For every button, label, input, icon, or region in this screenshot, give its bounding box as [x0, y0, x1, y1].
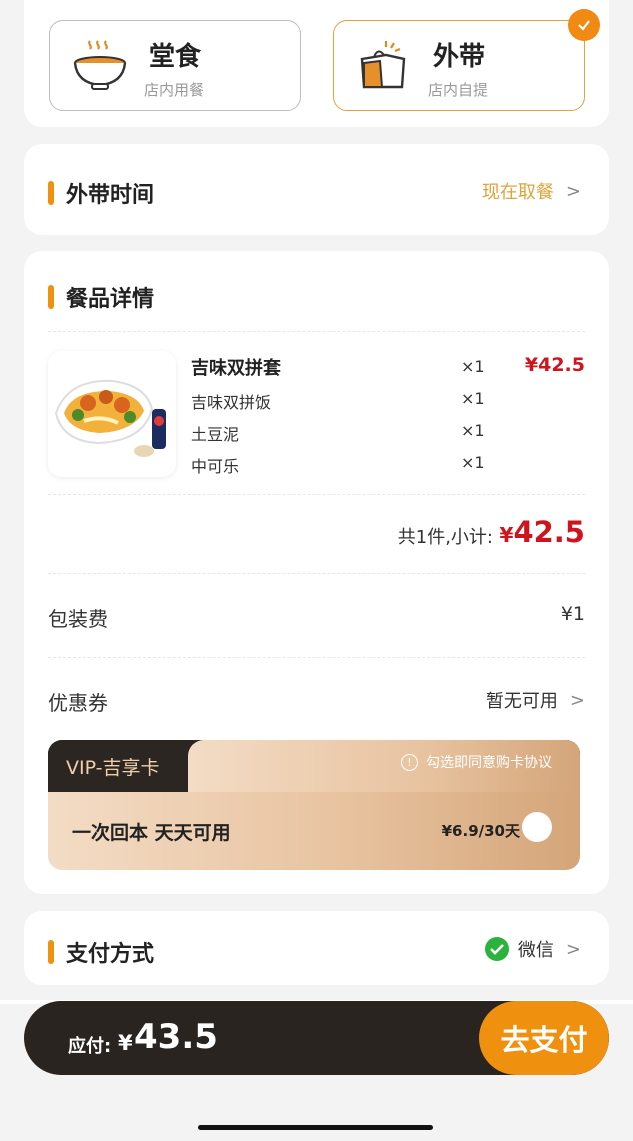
- dine-in-option[interactable]: 堂食 店内用餐: [49, 20, 301, 111]
- dine-in-title: 堂食: [149, 42, 202, 72]
- payable-amount: 43.5: [134, 1017, 218, 1057]
- takeout-option[interactable]: 外带 店内自提: [333, 9, 600, 111]
- divider: [48, 331, 585, 332]
- pickup-time-card[interactable]: 外带时间 现在取餐 >: [24, 144, 609, 235]
- payable-currency: ¥: [118, 1031, 133, 1055]
- packaging-fee-value: ¥1: [560, 603, 585, 625]
- takeout-bag-icon: [360, 41, 406, 89]
- coupon-label: 优惠券: [48, 691, 108, 715]
- wechat-pay-icon: [484, 937, 509, 961]
- combo-item-qty: ×1: [461, 453, 485, 472]
- packaging-fee-label: 包装费: [48, 607, 108, 631]
- combo-item-name: 土豆泥: [191, 425, 240, 444]
- subtotal-amount: 42.5: [513, 515, 585, 549]
- combo-item-name: 吉味双拼饭: [191, 393, 272, 412]
- bowl-icon: [73, 40, 127, 90]
- vip-agreement-text: 勾选即同意购卡协议: [426, 755, 552, 771]
- payable-label: 应付:: [68, 1036, 112, 1057]
- vip-card-tab: VIP-吉享卡: [48, 740, 188, 792]
- product-price: ¥42.5: [524, 354, 585, 376]
- subtotal-currency: ¥: [499, 523, 514, 547]
- pickup-time-value: 现在取餐: [481, 182, 554, 203]
- payment-method-card[interactable]: 支付方式 微信 >: [24, 911, 609, 985]
- vip-card-offer[interactable]: VIP-吉享卡 ! 勾选即同意购卡协议 一次回本 天天可用 ¥6.9/30天: [48, 740, 580, 870]
- vip-price: ¥6.9/30天: [441, 822, 520, 840]
- info-icon: !: [401, 753, 418, 771]
- combo-item-qty: ×1: [461, 389, 485, 408]
- combo-item-name: 中可乐: [191, 457, 240, 476]
- coupon-selector[interactable]: 暂无可用 >: [486, 687, 585, 713]
- order-details-title: 餐品详情: [66, 287, 155, 312]
- chevron-right-icon: >: [565, 180, 581, 202]
- pay-button[interactable]: 去支付: [479, 1001, 609, 1075]
- takeout-subtitle: 店内自提: [428, 81, 489, 99]
- divider: [48, 494, 585, 495]
- chevron-right-icon: >: [565, 938, 581, 960]
- subtotal-value: ¥42.5: [500, 515, 585, 549]
- product-qty: ×1: [461, 357, 485, 376]
- product-image: [48, 351, 176, 477]
- order-mode-card: 堂食 店内用餐 外带 店内自提: [24, 0, 609, 127]
- pickup-time-selector[interactable]: 现在取餐 >: [482, 178, 581, 204]
- takeout-title: 外带: [433, 42, 486, 72]
- payment-method-value: 微信: [517, 940, 554, 961]
- coupon-value: 暂无可用: [485, 691, 558, 712]
- home-indicator: [198, 1125, 433, 1130]
- payment-method-title: 支付方式: [66, 942, 155, 967]
- vip-slogan: 一次回本 天天可用: [72, 822, 231, 844]
- order-details-card: 餐品详情 吉味双拼套 ×1 ¥42.5 吉味双拼饭 ×1 土豆泥 ×1 中可乐 …: [24, 251, 609, 894]
- subtotal-label: 共1件,小计:: [397, 527, 493, 548]
- checkout-bar: 应付: ¥ 43.5 去支付: [24, 1001, 609, 1075]
- chevron-right-icon: >: [569, 689, 585, 711]
- vip-agreement-link[interactable]: ! 勾选即同意购卡协议: [401, 752, 552, 772]
- divider: [48, 573, 585, 574]
- selected-check-icon: [568, 9, 600, 41]
- pickup-time-title: 外带时间: [66, 183, 155, 208]
- payment-method-selector[interactable]: 微信 >: [484, 936, 581, 962]
- divider: [48, 657, 585, 658]
- section-accent-bar: [48, 285, 54, 309]
- vip-select-radio[interactable]: [522, 812, 552, 842]
- section-accent-bar: [48, 181, 54, 205]
- dine-in-subtitle: 店内用餐: [144, 81, 205, 99]
- combo-item-qty: ×1: [461, 421, 485, 440]
- product-name: 吉味双拼套: [191, 358, 281, 379]
- section-accent-bar: [48, 940, 54, 964]
